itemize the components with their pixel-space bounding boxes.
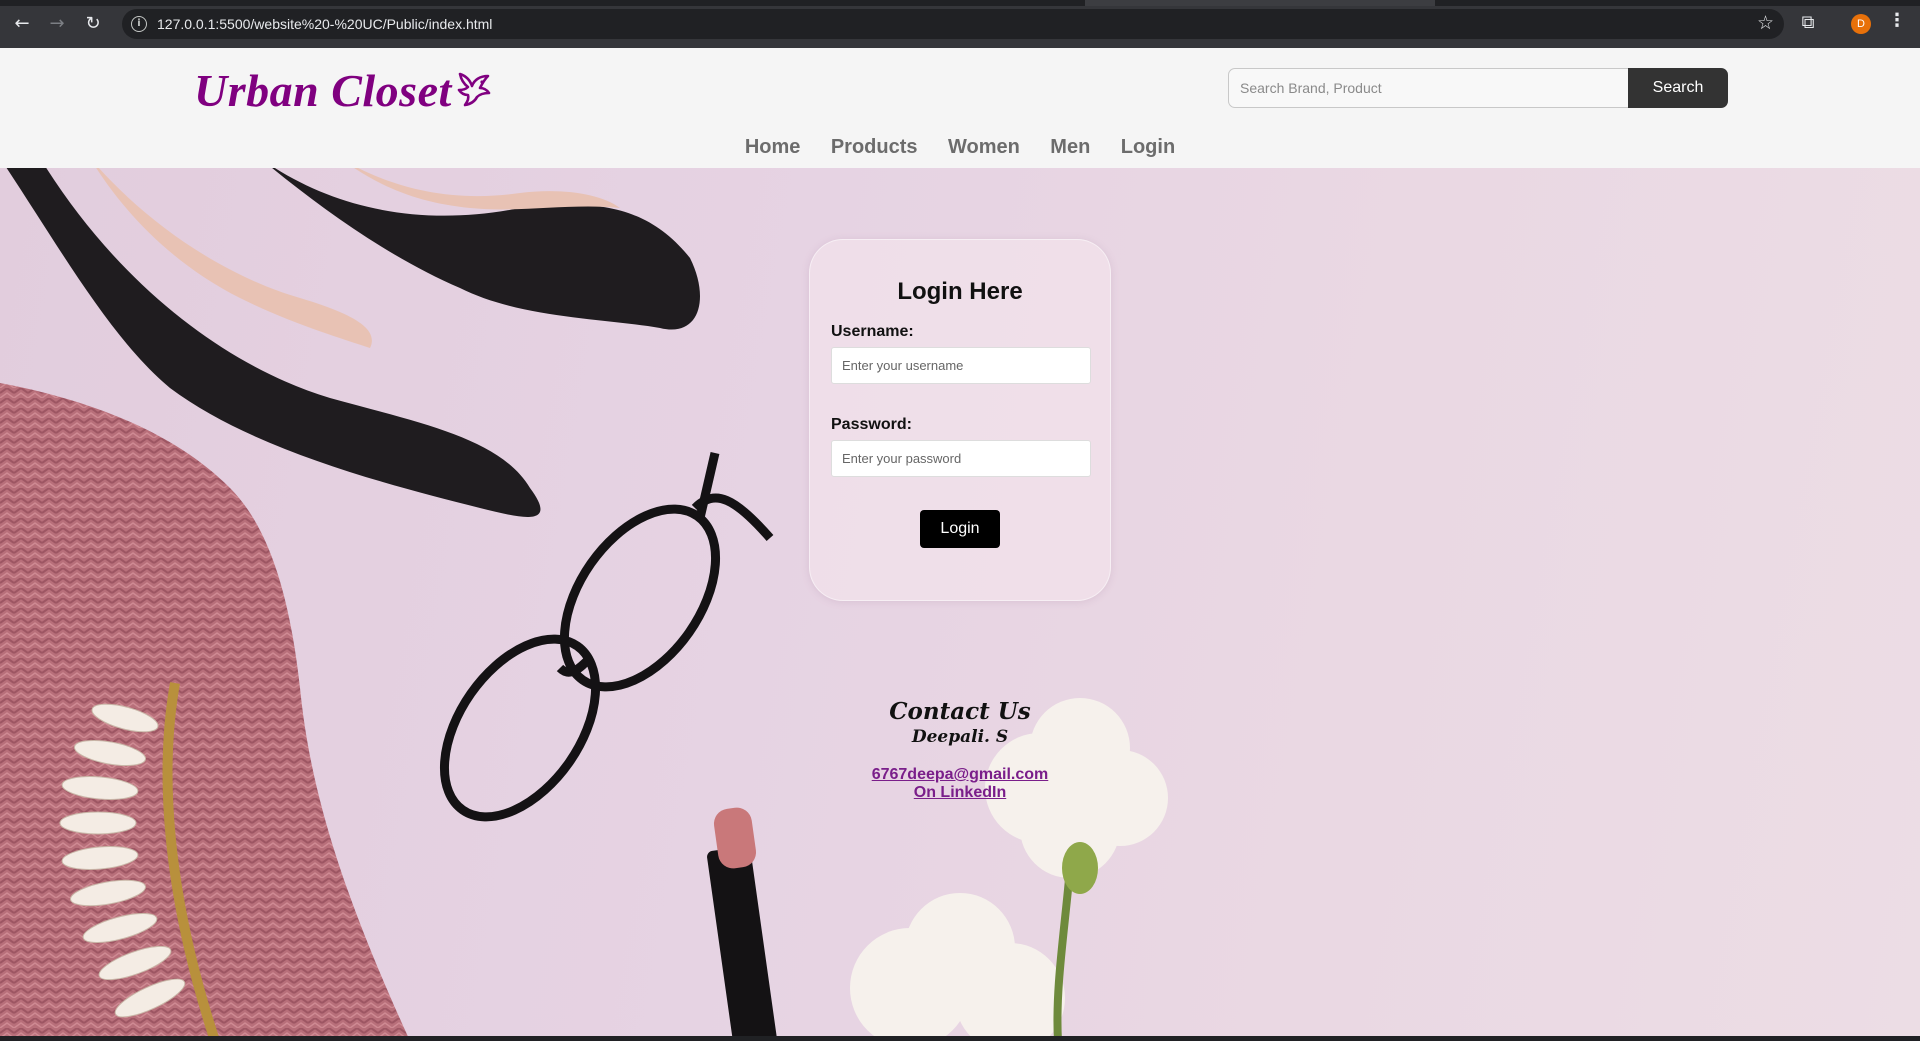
hero-background: Login Here Username: Password: Login Con… (0, 168, 1920, 1041)
page-bottom-edge (0, 1036, 1920, 1041)
main-nav: Home Products Women Men Login (0, 136, 1920, 159)
contact-title: Contact Us (889, 698, 1031, 725)
nav-home[interactable]: Home (745, 136, 801, 159)
address-bar[interactable]: i 127.0.0.1:5500/website%20-%20UC/Public… (122, 9, 1784, 39)
search-input[interactable] (1228, 68, 1628, 108)
search-button[interactable]: Search (1628, 68, 1728, 108)
nav-login[interactable]: Login (1121, 136, 1175, 159)
browser-toolbar: ← → ↻ i 127.0.0.1:5500/website%20-%20UC/… (0, 0, 1920, 48)
username-input[interactable] (831, 347, 1091, 384)
contact-name: Deepali. S (911, 727, 1009, 747)
site-info-icon[interactable]: i (131, 16, 147, 32)
profile-avatar[interactable]: D (1851, 14, 1871, 34)
linkedin-link[interactable]: On LinkedIn (760, 784, 1160, 802)
bookmark-star-icon[interactable]: ☆ (1757, 12, 1774, 34)
forward-arrow-icon[interactable]: → (45, 12, 69, 36)
contact-section: Contact Us Deepali. S 6767deepa@gmail.co… (760, 698, 1160, 802)
extensions-puzzle-icon[interactable]: ⧉ (1796, 12, 1820, 36)
site-header: Urban Closet Search Home Products Women … (0, 48, 1920, 168)
login-button[interactable]: Login (920, 510, 1000, 548)
username-label: Username: (831, 323, 914, 340)
nav-products[interactable]: Products (831, 136, 918, 159)
login-title: Login Here (897, 278, 1023, 305)
login-card: Login Here Username: Password: Login (809, 239, 1111, 601)
nav-men[interactable]: Men (1050, 136, 1090, 159)
logo-text: Urban Closet (194, 65, 452, 116)
contact-email-link[interactable]: 6767deepa@gmail.com (760, 766, 1160, 784)
address-url[interactable]: 127.0.0.1:5500/website%20-%20UC/Public/i… (157, 16, 492, 32)
tab-strip-highlight (1085, 0, 1435, 6)
site-logo[interactable]: Urban Closet (194, 64, 492, 119)
password-label: Password: (831, 416, 912, 433)
reload-icon[interactable]: ↻ (81, 12, 105, 36)
nav-women[interactable]: Women (948, 136, 1020, 159)
password-input[interactable] (831, 440, 1091, 477)
browser-menu-icon[interactable]: ⋮ (1888, 10, 1906, 38)
dove-icon (456, 66, 492, 119)
tab-strip (0, 0, 1920, 6)
back-arrow-icon[interactable]: ← (10, 12, 34, 36)
